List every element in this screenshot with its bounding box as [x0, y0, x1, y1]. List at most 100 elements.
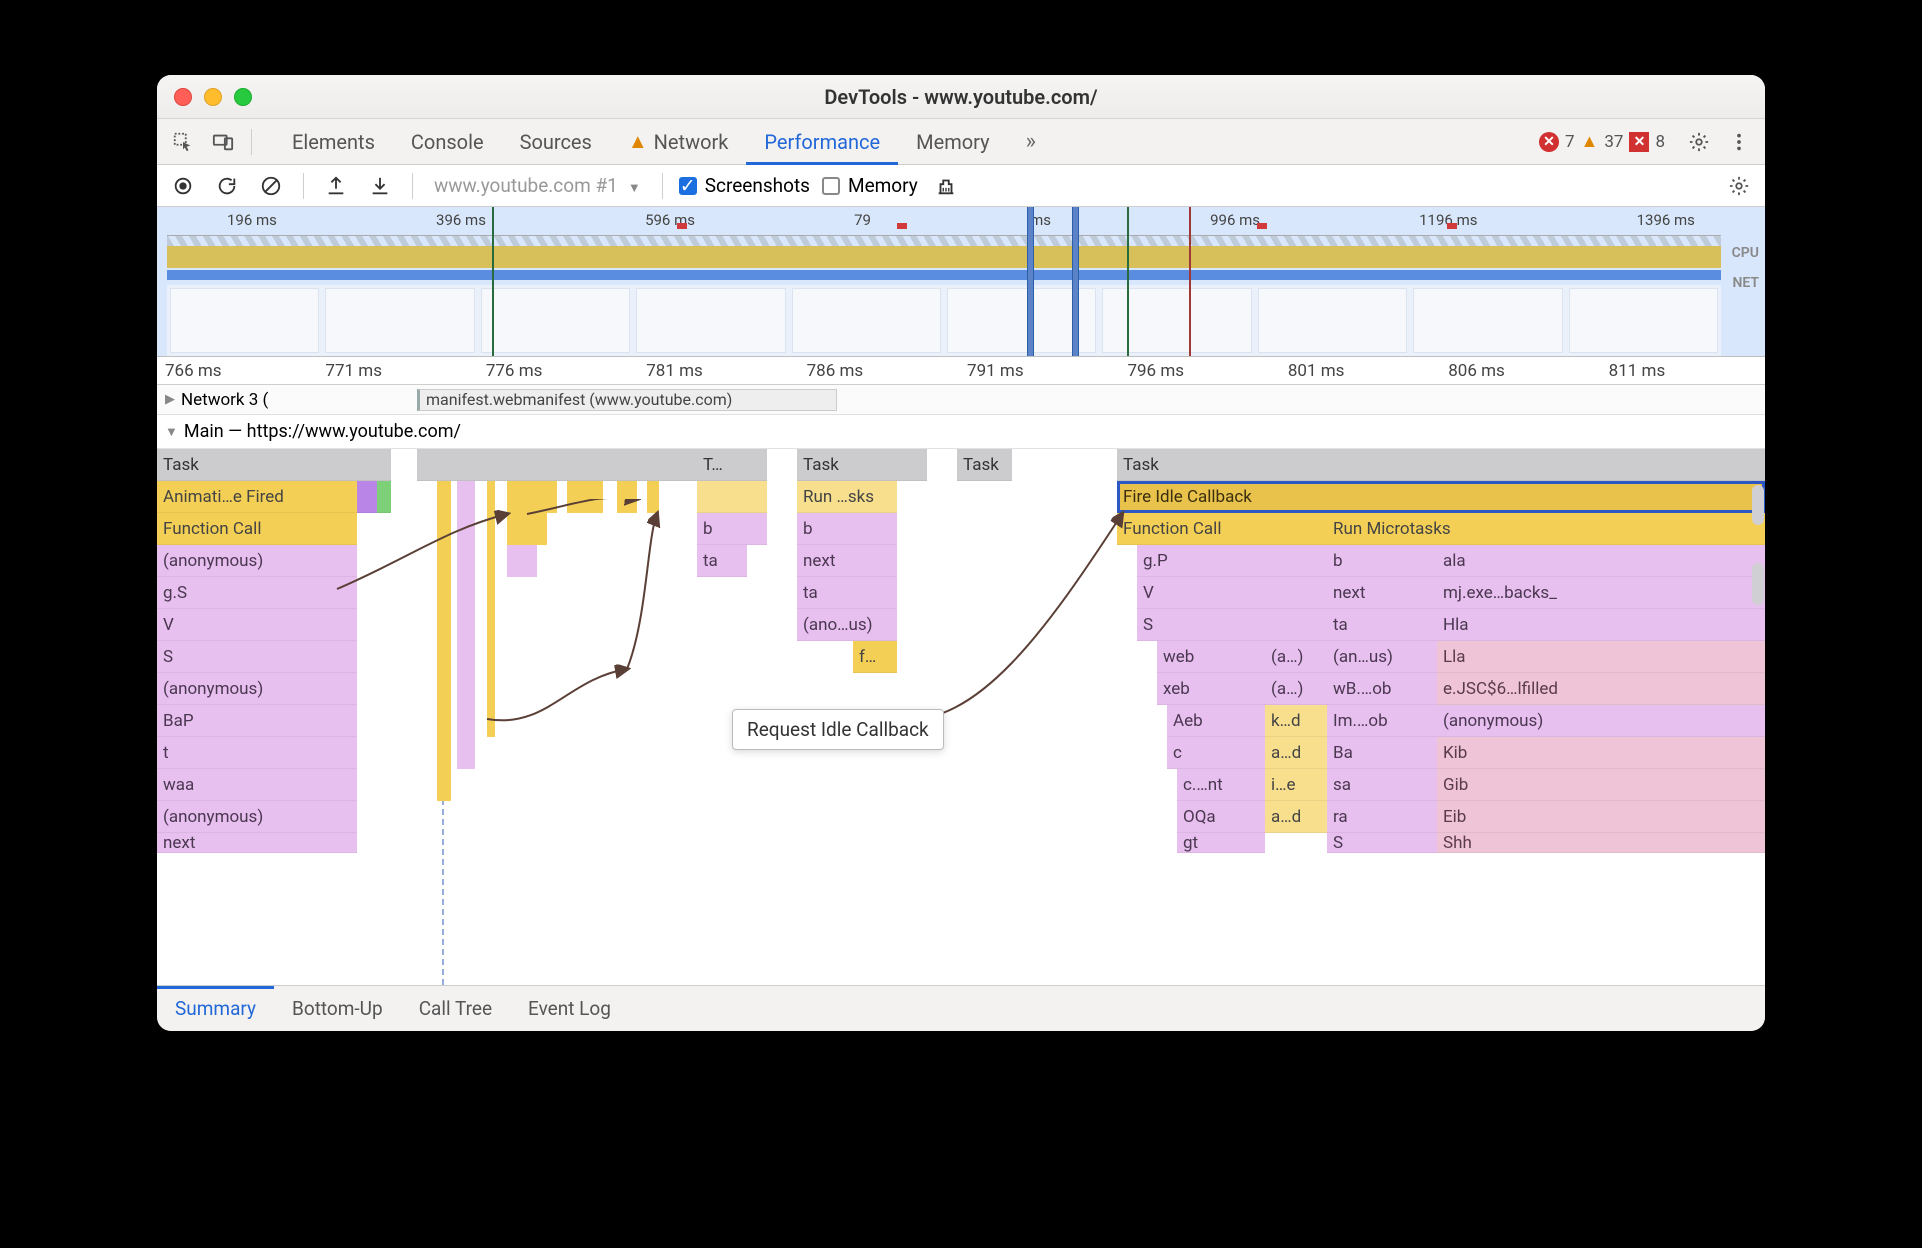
flame-frame[interactable]: Function Call	[157, 513, 357, 545]
network-request-chip[interactable]: manifest.webmanifest (www.youtube.com)	[417, 389, 837, 411]
flame-frame[interactable]: ta	[797, 577, 897, 609]
flame-frame[interactable]: ala	[1437, 545, 1765, 577]
flame-frame[interactable]: Gib	[1437, 769, 1765, 801]
flame-frame[interactable]	[457, 481, 475, 769]
overview-selection-handle-left[interactable]	[1027, 207, 1034, 356]
garbage-collect-button[interactable]	[930, 170, 962, 202]
flame-frame[interactable]: c.…nt	[1177, 769, 1265, 801]
device-toggle-icon[interactable]	[207, 126, 239, 158]
flame-frame[interactable]: V	[157, 609, 357, 641]
flame-frame[interactable]	[567, 481, 603, 513]
flame-task[interactable]: Task	[797, 449, 927, 481]
perf-settings-gear-icon[interactable]	[1723, 170, 1755, 202]
network-track[interactable]: ▶ Network 3 ( manifest.webmanifest (www.…	[157, 385, 1765, 415]
flame-frame[interactable]	[437, 481, 451, 801]
flame-task[interactable]: T…	[697, 449, 767, 481]
flame-frame[interactable]: Run …sks	[797, 481, 897, 513]
flame-frame[interactable]: ta	[1327, 609, 1437, 641]
flame-frame[interactable]: e.JSC$6…lfilled	[1437, 673, 1765, 705]
flame-frame[interactable]: S	[1137, 609, 1327, 641]
detail-tab-event-log[interactable]: Event Log	[510, 986, 629, 1032]
flame-frame[interactable]	[647, 481, 659, 513]
flame-frame[interactable]: b	[1327, 545, 1437, 577]
flame-task[interactable]: Task	[157, 449, 357, 481]
tabs-overflow-button[interactable]	[1008, 119, 1054, 165]
flame-frame[interactable]: wB.…ob	[1327, 673, 1437, 705]
flame-frame[interactable]	[507, 513, 547, 545]
flame-frame[interactable]: (ano…us)	[797, 609, 897, 641]
flame-frame[interactable]	[487, 481, 495, 737]
flame-frame[interactable]: Function Call	[1117, 513, 1327, 545]
flame-frame[interactable]	[377, 449, 391, 481]
detail-tab-call-tree[interactable]: Call Tree	[401, 986, 510, 1032]
flame-frame[interactable]: Lla	[1437, 641, 1765, 673]
tab-memory[interactable]: Memory	[898, 119, 1007, 165]
main-thread-header[interactable]: Main — https://www.youtube.com/	[157, 415, 1765, 449]
flame-frame[interactable]: (anonymous)	[157, 801, 357, 833]
tab-console[interactable]: Console	[393, 119, 502, 165]
flame-frame[interactable]: waa	[157, 769, 357, 801]
flame-frame[interactable]: ta	[697, 545, 747, 577]
flame-frame[interactable]: xeb	[1157, 673, 1265, 705]
flame-frame[interactable]: (a…)	[1265, 641, 1327, 673]
zoom-window-button[interactable]	[234, 88, 252, 106]
flame-frame[interactable]: Hla	[1437, 609, 1765, 641]
scrollbar-stub[interactable]	[1752, 563, 1764, 605]
flame-frame[interactable]: mj.exe…backs_	[1437, 577, 1765, 609]
flame-frame[interactable]: Animati…e Fired	[157, 481, 357, 513]
flame-frame[interactable]	[357, 449, 377, 481]
inspect-element-icon[interactable]	[167, 126, 199, 158]
flame-frame[interactable]: Run Microtasks	[1327, 513, 1765, 545]
flame-frame[interactable]	[507, 545, 537, 577]
memory-checkbox[interactable]: Memory	[822, 174, 918, 197]
flame-frame[interactable]: web	[1157, 641, 1265, 673]
flame-fire-idle-callback[interactable]: Fire Idle Callback	[1117, 481, 1765, 513]
flame-frame[interactable]	[617, 481, 637, 513]
detail-tab-summary[interactable]: Summary	[157, 986, 274, 1032]
flame-frame[interactable]: g.S	[157, 577, 357, 609]
flame-frame[interactable]: next	[797, 545, 897, 577]
collapse-toggle-icon[interactable]	[165, 424, 178, 440]
flame-frame[interactable]: S	[1327, 833, 1437, 853]
flame-frame[interactable]: c	[1167, 737, 1265, 769]
tab-performance[interactable]: Performance	[746, 119, 898, 165]
record-button[interactable]	[167, 170, 199, 202]
flame-frame[interactable]: k…d	[1265, 705, 1327, 737]
flame-frame[interactable]: (a…)	[1265, 673, 1327, 705]
flame-frame[interactable]: Ba	[1327, 737, 1437, 769]
flame-frame[interactable]: a…d	[1265, 737, 1327, 769]
recording-select[interactable]: www.youtube.com #1	[429, 171, 646, 200]
time-ruler[interactable]: 766 ms 771 ms 776 ms 781 ms 786 ms 791 m…	[157, 357, 1765, 385]
reload-button[interactable]	[211, 170, 243, 202]
flame-frame[interactable]: ra	[1327, 801, 1437, 833]
issue-badges[interactable]: ✕ 7 ▲ 37 ✕ 8	[1539, 131, 1665, 152]
flame-frame[interactable]: i…e	[1265, 769, 1327, 801]
close-window-button[interactable]	[174, 88, 192, 106]
flame-frame[interactable]	[357, 481, 377, 513]
flame-frame[interactable]: a…d	[1265, 801, 1327, 833]
flame-frame[interactable]: next	[1327, 577, 1437, 609]
overview-pane[interactable]: 196 ms 396 ms 596 ms 79 ms 996 ms 1196 m…	[157, 207, 1765, 357]
download-button[interactable]	[364, 170, 396, 202]
overview-selection-handle-right[interactable]	[1072, 207, 1079, 356]
flame-frame[interactable]: V	[1137, 577, 1327, 609]
flame-frame[interactable]: Im.…ob	[1327, 705, 1437, 737]
flame-frame[interactable]: next	[157, 833, 357, 853]
flame-frame[interactable]: b	[697, 513, 767, 545]
flame-task[interactable]: Task	[957, 449, 1012, 481]
tab-sources[interactable]: Sources	[502, 119, 610, 165]
flame-frame[interactable]: b	[797, 513, 897, 545]
flame-frame[interactable]: f…	[853, 641, 897, 673]
flame-frame[interactable]: Eib	[1437, 801, 1765, 833]
flame-frame[interactable]: Shh	[1437, 833, 1765, 853]
flame-frame[interactable]	[697, 481, 767, 513]
flame-frame[interactable]: (anonymous)	[157, 545, 357, 577]
minimize-window-button[interactable]	[204, 88, 222, 106]
flame-frame[interactable]: S	[157, 641, 357, 673]
kebab-menu-icon[interactable]	[1723, 126, 1755, 158]
flame-frame[interactable]: OQa	[1177, 801, 1265, 833]
flame-frame[interactable]: (anonymous)	[157, 673, 357, 705]
detail-tab-bottom-up[interactable]: Bottom-Up	[274, 986, 401, 1032]
flame-task[interactable]	[417, 449, 697, 481]
scrollbar-stub[interactable]	[1752, 485, 1764, 525]
